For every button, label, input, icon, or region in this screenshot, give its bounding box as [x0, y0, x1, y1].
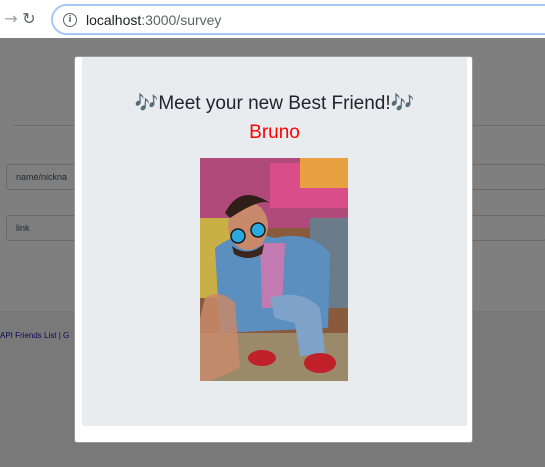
- url-text[interactable]: localhost:3000/survey: [86, 12, 221, 28]
- friend-photo-illustration: [200, 158, 348, 381]
- best-friend-modal: 🎶Meet your new Best Friend!🎶 Bruno: [74, 56, 473, 443]
- modal-title: 🎶Meet your new Best Friend!🎶: [134, 93, 415, 114]
- friend-photo: [200, 158, 348, 381]
- url-host: localhost: [86, 12, 142, 28]
- reload-icon[interactable]: ↻: [18, 7, 40, 29]
- modal-body: 🎶Meet your new Best Friend!🎶 Bruno: [82, 57, 467, 426]
- friend-name: Bruno: [249, 122, 300, 143]
- url-path: :3000/survey: [141, 12, 222, 28]
- info-icon[interactable]: i: [63, 13, 77, 27]
- browser-toolbar: → ↻ i localhost:3000/survey: [0, 0, 545, 38]
- address-bar[interactable]: i localhost:3000/survey: [51, 4, 545, 35]
